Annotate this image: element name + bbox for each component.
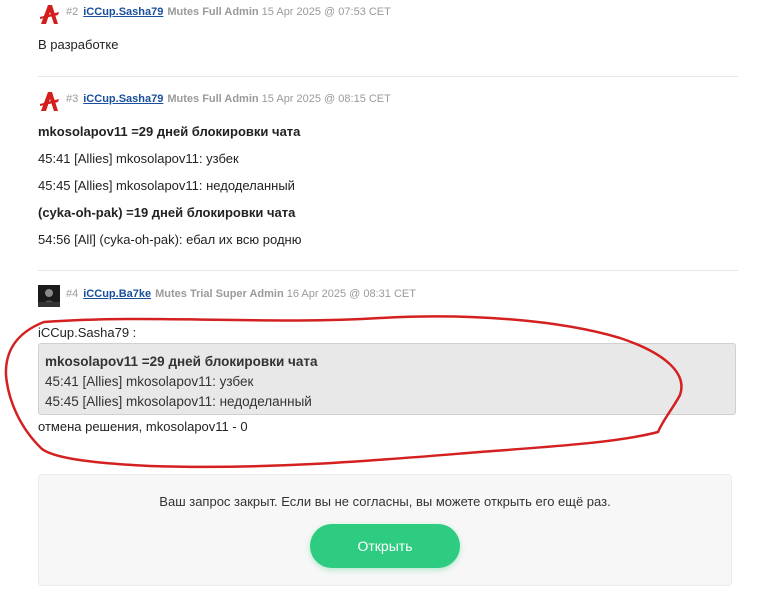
post-meta: Mutes Trial Super Admin 16 Apr 2025 @ 08…	[155, 288, 416, 300]
section-label: Mutes	[155, 288, 187, 300]
reopen-button[interactable]: Открыть	[310, 524, 460, 568]
divider	[38, 270, 738, 271]
author-link[interactable]: iCCup.Sasha79	[83, 6, 163, 18]
quote-line: 45:41 [Allies] mkosolapov11: узбек	[45, 374, 254, 389]
post-meta: Mutes Full Admin 15 Apr 2025 @ 07:53 CET	[167, 6, 391, 18]
red-a-logo-icon[interactable]	[38, 3, 60, 25]
quote-line: 45:45 [Allies] mkosolapov11: недоделанны…	[45, 394, 312, 409]
post-text: (cyka-oh-pak) =19 дней блокировки чата	[38, 205, 296, 220]
divider	[38, 76, 738, 77]
post-date: 15 Apr 2025 @ 07:53 CET	[261, 6, 391, 18]
author-link[interactable]: iCCup.Ba7ke	[83, 288, 151, 300]
closed-notice-text: Ваш запрос закрыт. Если вы не согласны, …	[159, 494, 611, 509]
post-text: 45:45 [Allies] mkosolapov11: недоделанны…	[38, 178, 295, 193]
post-number[interactable]: #3	[66, 93, 78, 105]
post-text: 45:41 [Allies] mkosolapov11: узбек	[38, 151, 239, 166]
role-label: Trial Super Admin	[189, 288, 284, 300]
post-date: 16 Apr 2025 @ 08:31 CET	[286, 288, 416, 300]
author-link[interactable]: iCCup.Sasha79	[83, 93, 163, 105]
post-text: отмена решения, mkosolapov11 - 0	[38, 419, 248, 434]
dark-avatar-icon[interactable]	[38, 285, 60, 307]
role-label: Full Admin	[202, 93, 259, 105]
post-text: 54:56 [All] (cyka-oh-pak): ебал их всю р…	[38, 232, 302, 247]
post-number[interactable]: #2	[66, 6, 78, 18]
post-meta: Mutes Full Admin 15 Apr 2025 @ 08:15 CET	[167, 93, 391, 105]
post-date: 15 Apr 2025 @ 08:15 CET	[261, 93, 391, 105]
post-header: #2 iCCup.Sasha79 Mutes Full Admin 15 Apr…	[38, 4, 391, 28]
quote-line: mkosolapov11 =29 дней блокировки чата	[45, 354, 318, 369]
section-label: Mutes	[167, 6, 200, 18]
role-label: Full Admin	[202, 6, 259, 18]
closed-notice-panel: Ваш запрос закрыт. Если вы не согласны, …	[38, 474, 732, 586]
post-text: В разработке	[38, 37, 119, 52]
quote-author: iCCup.Sasha79 :	[38, 325, 137, 340]
post-header: #4 iCCup.Ba7ke Mutes Trial Super Admin 1…	[38, 285, 416, 310]
post-header: #3 iCCup.Sasha79 Mutes Full Admin 15 Apr…	[38, 91, 391, 115]
section-label: Mutes	[167, 93, 200, 105]
post-number[interactable]: #4	[66, 288, 78, 300]
quote-block: mkosolapov11 =29 дней блокировки чата 45…	[38, 343, 736, 415]
red-a-logo-icon[interactable]	[38, 90, 60, 112]
post-text: mkosolapov11 =29 дней блокировки чата	[38, 124, 301, 139]
